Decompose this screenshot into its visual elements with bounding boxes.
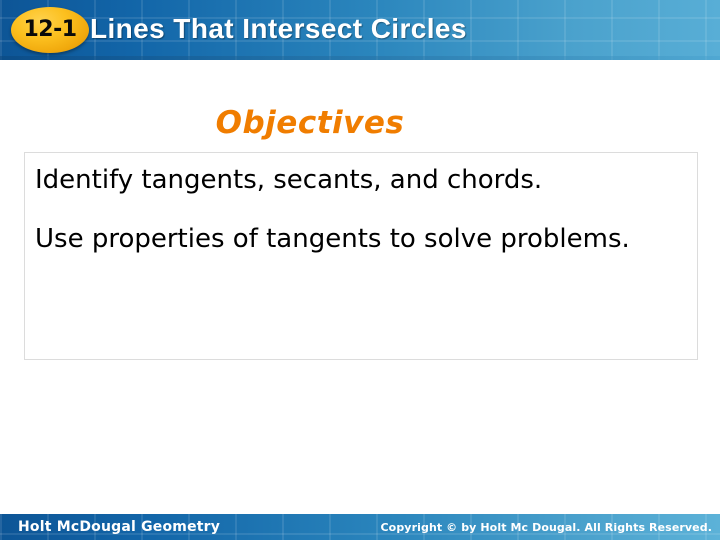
footer-brand-label: Holt McDougal Geometry	[18, 519, 221, 535]
header-bottom-edge	[0, 56, 720, 60]
slide-header-bar: 12-1 Lines That Intersect Circles	[0, 0, 720, 60]
objective-item-1: Identify tangents, secants, and chords.	[35, 165, 543, 195]
objective-item-2: Use properties of tangents to solve prob…	[35, 224, 630, 254]
objectives-content-box: Identify tangents, secants, and chords. …	[24, 152, 698, 360]
lesson-number-label: 12-1	[23, 16, 77, 42]
lesson-number-badge: 12-1	[11, 7, 89, 53]
footer-copyright-label: Copyright © by Holt Mc Dougal. All Right…	[380, 521, 712, 534]
slide-footer-bar: Holt McDougal Geometry Copyright © by Ho…	[0, 514, 720, 540]
slide-title: Lines That Intersect Circles	[90, 13, 467, 44]
objectives-heading: Objectives	[215, 105, 405, 141]
